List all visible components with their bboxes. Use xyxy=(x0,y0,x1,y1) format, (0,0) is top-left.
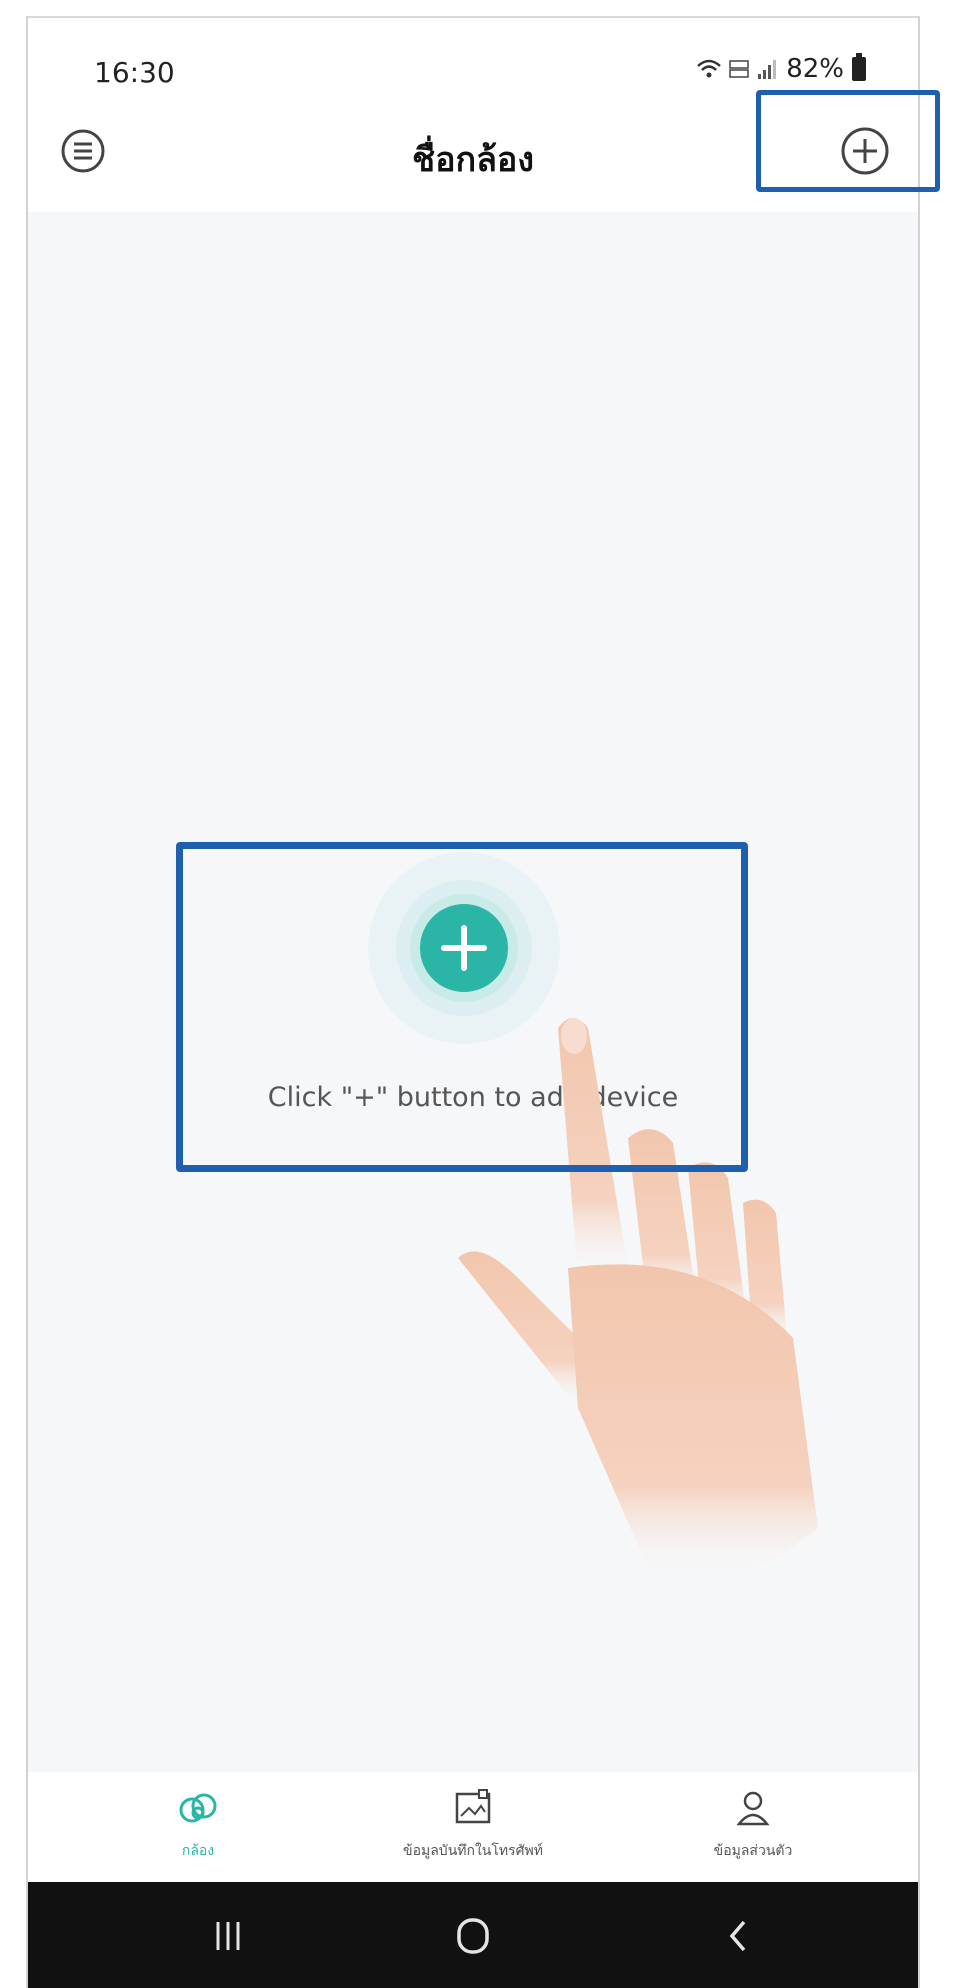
bottom-tab-bar: กล้อง ข้อมูลบันทึกในโทรศัพท์ ข้อมูลส่วนต… xyxy=(28,1772,918,1882)
home-button[interactable] xyxy=(443,1908,503,1964)
empty-state-hint: Click "+" button to add device xyxy=(267,1082,679,1113)
status-right: 82% xyxy=(696,53,866,84)
recent-apps-button[interactable] xyxy=(198,1908,258,1964)
status-time: 16:30 xyxy=(94,56,175,89)
phone-screen: 16:30 82% ชื่อกล้อง Click "+" button to … xyxy=(26,16,920,1988)
page-title: ชื่อกล้อง xyxy=(412,140,534,180)
battery-icon xyxy=(852,53,866,81)
system-nav-bar xyxy=(28,1882,918,1988)
plus-circle-icon xyxy=(841,127,889,175)
camera-cloud-icon xyxy=(179,1793,217,1823)
back-icon xyxy=(729,1920,746,1952)
empty-state-add-button[interactable] xyxy=(364,848,564,1048)
signal-icon xyxy=(758,60,777,79)
wifi-icon xyxy=(697,59,722,78)
tab-profile[interactable]: ข้อมูลส่วนตัว xyxy=(613,1786,893,1862)
header-bar: ชื่อกล้อง xyxy=(28,102,918,212)
volte-icon xyxy=(729,60,749,78)
tab-camera[interactable]: กล้อง xyxy=(58,1786,338,1862)
main-content: Click "+" button to add device xyxy=(28,212,918,1772)
gallery-icon xyxy=(455,1789,491,1824)
status-bar: 16:30 82% xyxy=(28,18,918,102)
battery-percent: 82% xyxy=(786,54,844,84)
user-icon xyxy=(736,1791,770,1826)
tab-camera-label: กล้อง xyxy=(181,1843,215,1859)
home-icon xyxy=(457,1918,489,1954)
add-device-button[interactable] xyxy=(838,124,892,178)
signal-icons xyxy=(696,58,778,80)
tab-phone-records[interactable]: ข้อมูลบันทึกในโทรศัพท์ xyxy=(333,1786,613,1862)
recent-apps-icon xyxy=(216,1922,240,1950)
back-button[interactable] xyxy=(708,1908,768,1964)
plus-icon xyxy=(368,852,560,1044)
tab-profile-label: ข้อมูลส่วนตัว xyxy=(713,1843,793,1859)
tab-phone-records-label: ข้อมูลบันทึกในโทรศัพท์ xyxy=(403,1843,543,1859)
